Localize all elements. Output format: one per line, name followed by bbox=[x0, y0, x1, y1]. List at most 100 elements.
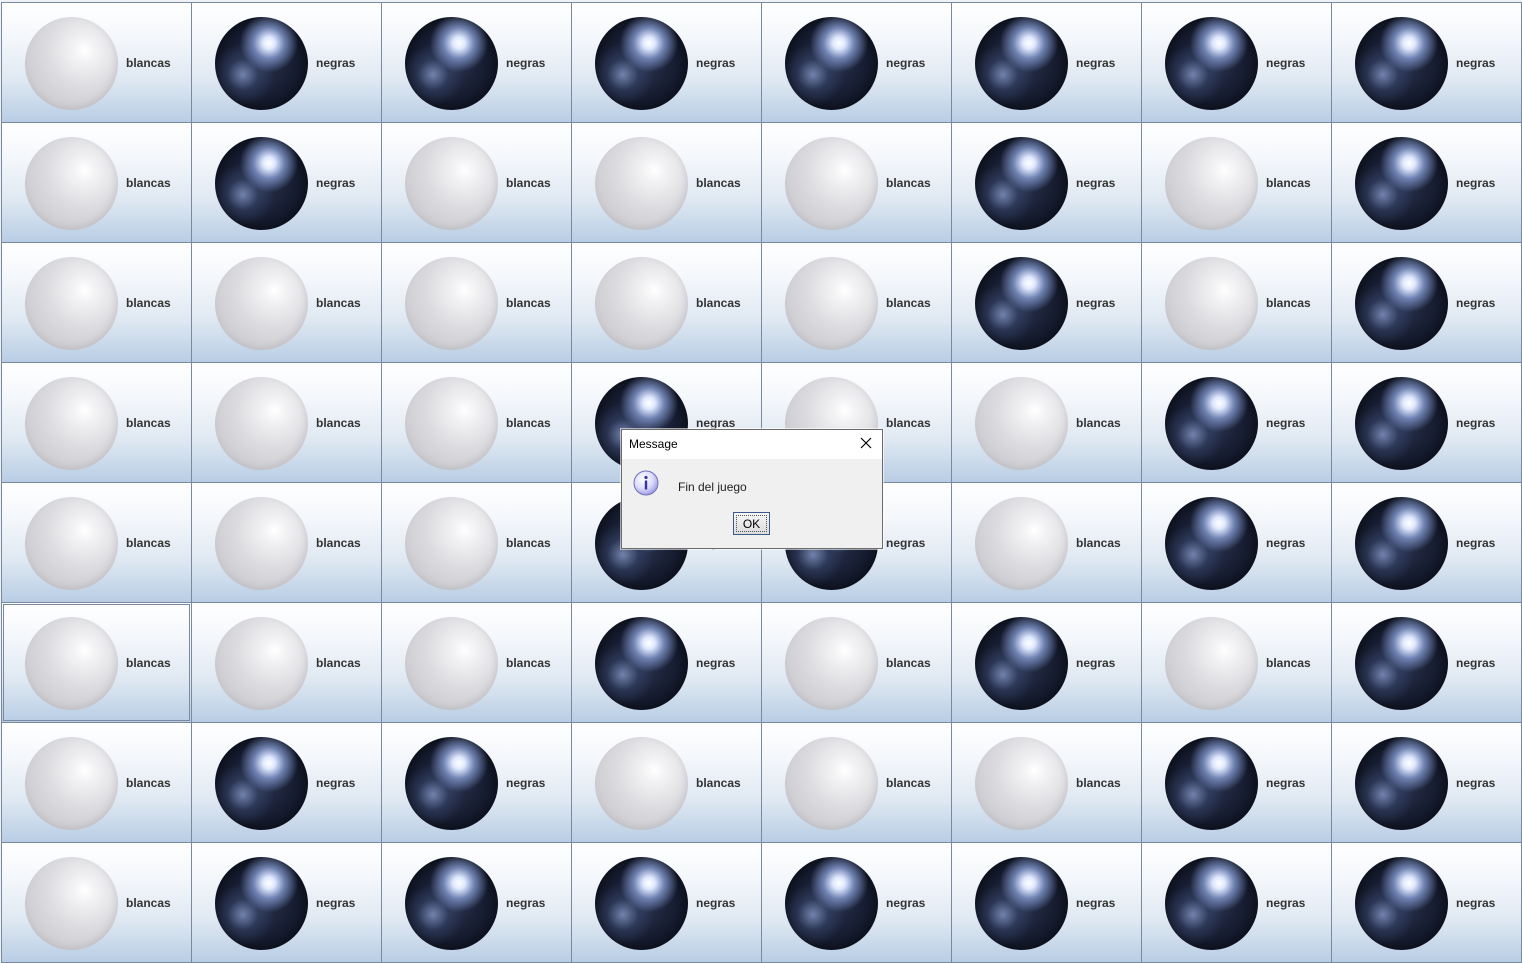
board-cell[interactable]: blancas bbox=[1, 722, 192, 843]
board-cell[interactable]: negras bbox=[191, 842, 382, 963]
board-cell[interactable]: blancas bbox=[1, 602, 192, 723]
white-piece-icon bbox=[215, 377, 308, 470]
board-cell[interactable]: blancas bbox=[191, 602, 382, 723]
board-cell[interactable]: blancas bbox=[381, 602, 572, 723]
black-piece-icon bbox=[215, 137, 308, 230]
board-cell[interactable]: blancas bbox=[761, 242, 952, 363]
board-cell[interactable]: blancas bbox=[1, 482, 192, 603]
white-piece-icon bbox=[785, 737, 878, 830]
board-cell[interactable]: blancas bbox=[1141, 122, 1332, 243]
board-cell[interactable]: blancas bbox=[381, 482, 572, 603]
board-cell[interactable]: blancas bbox=[1, 122, 192, 243]
board-cell[interactable]: negras bbox=[761, 2, 952, 123]
board-cell[interactable]: negras bbox=[571, 842, 762, 963]
board-cell[interactable]: negras bbox=[381, 842, 572, 963]
board-cell[interactable]: blancas bbox=[1, 842, 192, 963]
cell-label: blancas bbox=[1266, 296, 1311, 310]
board-cell[interactable]: blancas bbox=[1, 2, 192, 123]
white-piece-icon bbox=[975, 377, 1068, 470]
cell-label: blancas bbox=[1076, 536, 1121, 550]
cell-label: blancas bbox=[126, 656, 171, 670]
board-cell[interactable]: blancas bbox=[571, 722, 762, 843]
board-cell[interactable]: blancas bbox=[761, 602, 952, 723]
board-cell[interactable]: negras bbox=[1141, 2, 1332, 123]
black-piece-icon bbox=[1355, 137, 1448, 230]
black-piece-icon bbox=[595, 17, 688, 110]
close-icon[interactable] bbox=[852, 431, 880, 457]
board-cell[interactable]: blancas bbox=[1141, 602, 1332, 723]
cell-label: negras bbox=[316, 56, 356, 70]
board-cell[interactable]: blancas bbox=[1, 242, 192, 363]
board-cell[interactable]: blancas bbox=[191, 242, 382, 363]
black-piece-icon bbox=[1165, 377, 1258, 470]
ok-button[interactable]: OK bbox=[733, 512, 770, 535]
board-cell[interactable]: negras bbox=[1141, 482, 1332, 603]
dialog-titlebar[interactable]: Message bbox=[622, 430, 882, 459]
board-cell[interactable]: negras bbox=[951, 122, 1142, 243]
board-cell[interactable]: negras bbox=[1331, 722, 1522, 843]
board-cell[interactable]: blancas bbox=[1141, 242, 1332, 363]
board-cell[interactable]: negras bbox=[951, 242, 1142, 363]
cell-label: blancas bbox=[126, 896, 171, 910]
board-cell[interactable]: negras bbox=[1331, 482, 1522, 603]
board-cell[interactable]: blancas bbox=[381, 122, 572, 243]
black-piece-icon bbox=[595, 857, 688, 950]
board-cell[interactable]: negras bbox=[1331, 362, 1522, 483]
cell-label: blancas bbox=[1266, 176, 1311, 190]
board-cell[interactable]: negras bbox=[381, 2, 572, 123]
board-cell[interactable]: blancas bbox=[761, 122, 952, 243]
board-cell[interactable]: negras bbox=[1331, 2, 1522, 123]
board-cell[interactable]: negras bbox=[951, 602, 1142, 723]
cell-label: blancas bbox=[126, 776, 171, 790]
board-cell[interactable]: negras bbox=[381, 722, 572, 843]
board-cell[interactable]: blancas bbox=[1, 362, 192, 483]
white-piece-icon bbox=[25, 377, 118, 470]
board-cell[interactable]: blancas bbox=[191, 482, 382, 603]
board-cell[interactable]: negras bbox=[571, 602, 762, 723]
white-piece-icon bbox=[25, 137, 118, 230]
cell-label: negras bbox=[1266, 776, 1306, 790]
cell-label: negras bbox=[506, 896, 546, 910]
board-cell[interactable]: blancas bbox=[381, 362, 572, 483]
black-piece-icon bbox=[1355, 17, 1448, 110]
cell-label: negras bbox=[1456, 416, 1496, 430]
black-piece-icon bbox=[1355, 857, 1448, 950]
board-cell[interactable]: negras bbox=[191, 122, 382, 243]
board-cell[interactable]: negras bbox=[1331, 842, 1522, 963]
board-cell[interactable]: negras bbox=[1141, 842, 1332, 963]
cell-label: blancas bbox=[506, 296, 551, 310]
board-cell[interactable]: negras bbox=[951, 2, 1142, 123]
cell-label: negras bbox=[1076, 896, 1116, 910]
board-cell[interactable]: negras bbox=[571, 2, 762, 123]
cell-label: negras bbox=[1456, 896, 1496, 910]
board-cell[interactable]: blancas bbox=[191, 362, 382, 483]
cell-label: blancas bbox=[1266, 656, 1311, 670]
board-cell[interactable]: negras bbox=[191, 2, 382, 123]
white-piece-icon bbox=[25, 617, 118, 710]
board-cell[interactable]: negras bbox=[1141, 722, 1332, 843]
board-cell[interactable]: negras bbox=[191, 722, 382, 843]
white-piece-icon bbox=[1165, 257, 1258, 350]
board-cell[interactable]: negras bbox=[1141, 362, 1332, 483]
board-cell[interactable]: negras bbox=[951, 842, 1142, 963]
black-piece-icon bbox=[1165, 857, 1258, 950]
white-piece-icon bbox=[25, 737, 118, 830]
board-cell[interactable]: blancas bbox=[571, 122, 762, 243]
board-cell[interactable]: negras bbox=[1331, 602, 1522, 723]
cell-label: negras bbox=[1266, 416, 1306, 430]
board-cell[interactable]: negras bbox=[1331, 122, 1522, 243]
cell-label: blancas bbox=[886, 776, 931, 790]
board-cell[interactable]: blancas bbox=[951, 722, 1142, 843]
board-cell[interactable]: blancas bbox=[761, 722, 952, 843]
white-piece-icon bbox=[405, 497, 498, 590]
board-cell[interactable]: blancas bbox=[381, 242, 572, 363]
board-cell[interactable]: negras bbox=[1331, 242, 1522, 363]
board-cell[interactable]: negras bbox=[761, 842, 952, 963]
board-cell[interactable]: blancas bbox=[951, 362, 1142, 483]
black-piece-icon bbox=[1165, 17, 1258, 110]
white-piece-icon bbox=[25, 17, 118, 110]
cell-label: negras bbox=[696, 416, 736, 430]
board-cell[interactable]: blancas bbox=[951, 482, 1142, 603]
cell-label: blancas bbox=[316, 296, 361, 310]
board-cell[interactable]: blancas bbox=[571, 242, 762, 363]
